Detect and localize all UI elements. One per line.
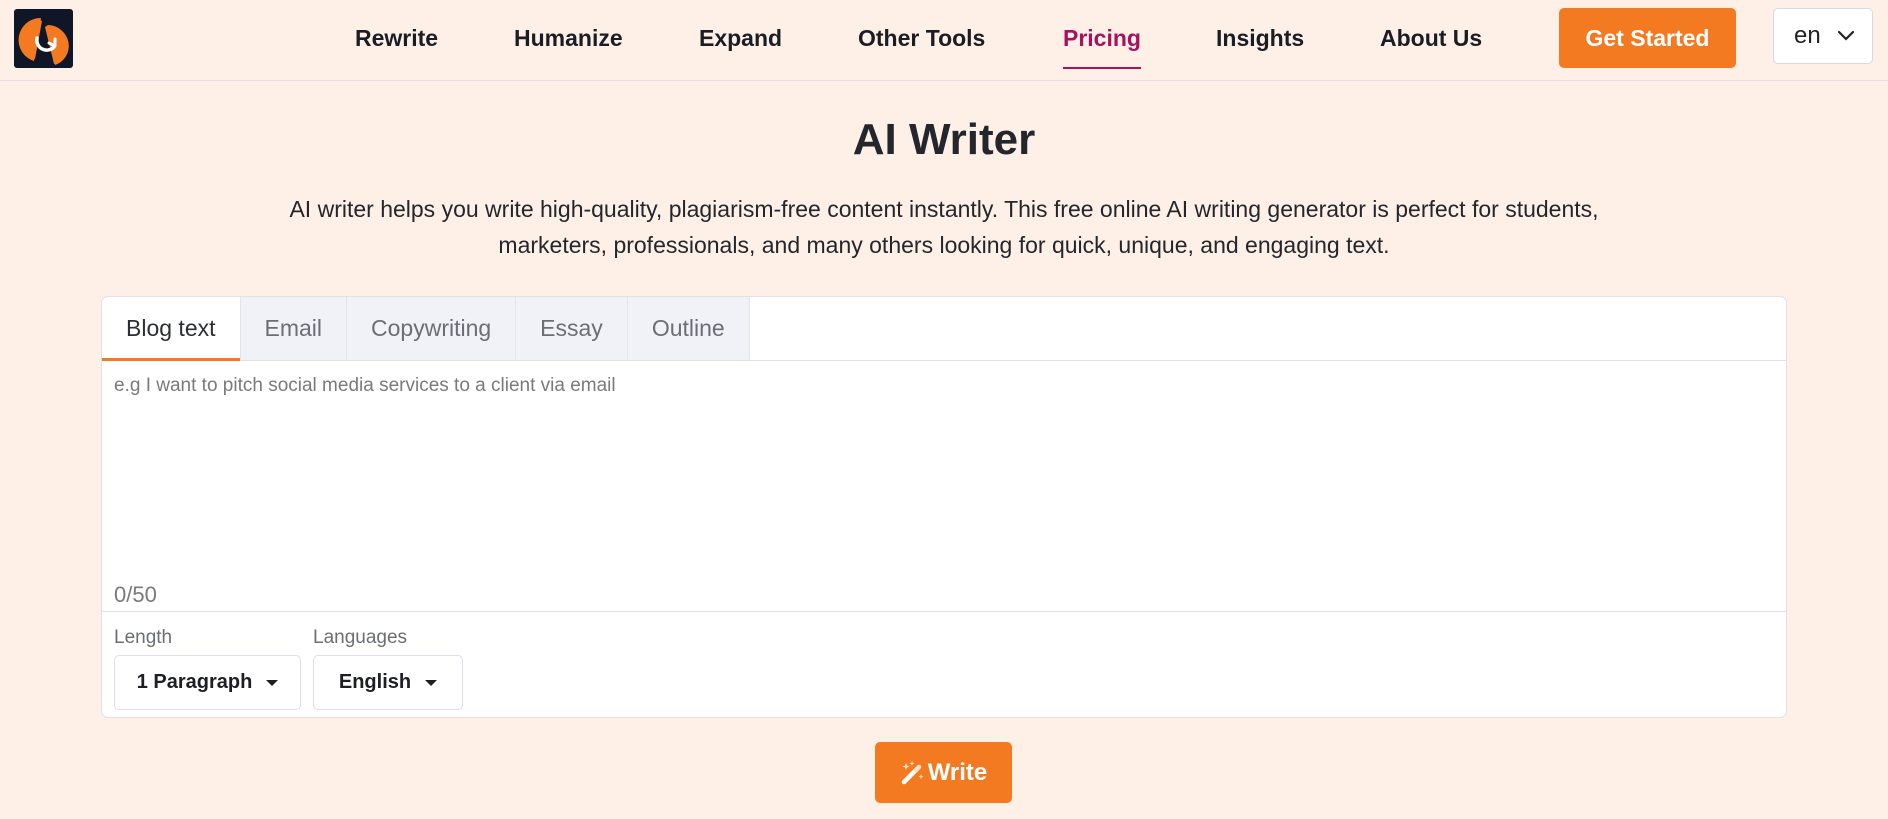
get-started-button[interactable]: Get Started: [1559, 8, 1736, 68]
character-counter: 0/50: [114, 582, 157, 607]
prompt-input[interactable]: [102, 361, 1786, 547]
page-description: AI writer helps you write high-quality, …: [250, 191, 1638, 263]
caret-down-icon: [425, 679, 438, 686]
nav-insights[interactable]: Insights: [1216, 24, 1304, 54]
languages-value: English: [338, 671, 412, 693]
language-value: en: [1794, 22, 1821, 49]
language-select[interactable]: en: [1773, 8, 1873, 64]
nav-other-tools[interactable]: Other Tools: [858, 24, 985, 54]
site-header: Rewrite Humanize Expand Other Tools Pric…: [0, 0, 1888, 81]
length-value: 1 Paragraph: [136, 671, 253, 693]
caret-down-icon: [266, 679, 279, 686]
tab-copywriting[interactable]: Copywriting: [347, 297, 517, 360]
nav-humanize[interactable]: Humanize: [514, 24, 623, 54]
logo[interactable]: [14, 9, 73, 68]
write-button-label: Write: [927, 758, 988, 786]
magic-wand-icon: [901, 760, 924, 784]
chevron-down-icon: [1837, 30, 1854, 41]
length-label: Length: [114, 627, 173, 648]
tab-blog-text[interactable]: Blog text: [102, 297, 241, 361]
tab-essay[interactable]: Essay: [516, 297, 628, 360]
languages-label: Languages: [313, 627, 408, 648]
logo-icon: [18, 17, 69, 65]
tab-email[interactable]: Email: [240, 297, 348, 360]
description-line-2: marketers, professionals, and many other…: [498, 232, 1390, 258]
nav-expand[interactable]: Expand: [699, 24, 782, 54]
writer-card: Blog text Email Copywriting Essay Outlin…: [101, 296, 1787, 718]
page-title: AI Writer: [852, 115, 1036, 164]
tab-outline[interactable]: Outline: [627, 297, 750, 360]
length-dropdown[interactable]: 1 Paragraph: [114, 655, 301, 710]
nav-about-us[interactable]: About Us: [1380, 24, 1482, 54]
languages-dropdown[interactable]: English: [313, 655, 463, 710]
nav-rewrite[interactable]: Rewrite: [355, 24, 438, 54]
nav-pricing[interactable]: Pricing: [1063, 24, 1141, 69]
divider: [102, 611, 1786, 612]
write-button[interactable]: Write: [875, 742, 1012, 803]
description-line-1: AI writer helps you write high-quality, …: [289, 196, 1599, 222]
content-type-tabs: Blog text Email Copywriting Essay Outlin…: [102, 297, 1786, 361]
